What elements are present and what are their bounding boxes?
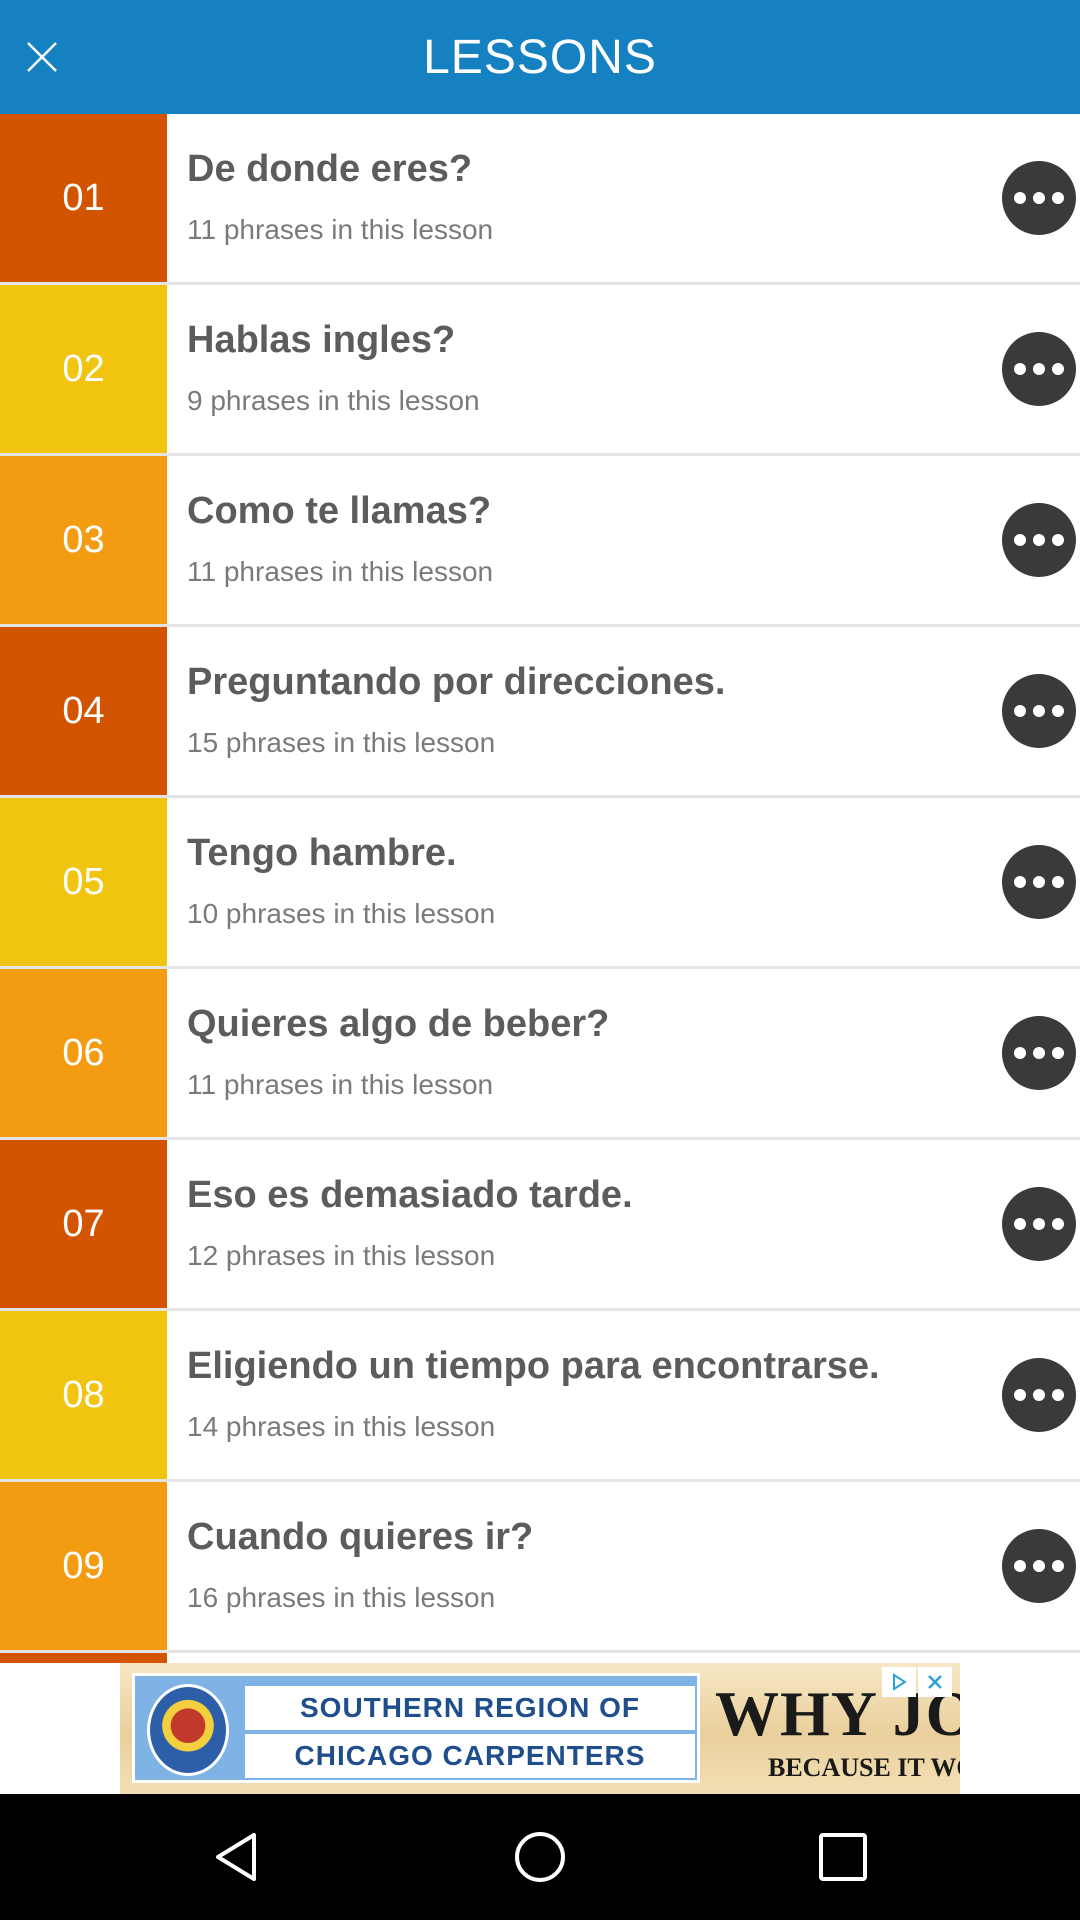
lesson-content: Como te llamas? 11 phrases in this lesso… <box>167 456 1080 624</box>
lesson-number-badge <box>0 1653 167 1663</box>
lesson-title: De donde eres? <box>187 148 473 190</box>
lesson-row-04[interactable]: 04 Preguntando por direcciones. 15 phras… <box>0 627 1080 798</box>
ad-logo-panel: SOUTHERN REGION OF CHICAGO CARPENTERS <box>132 1673 700 1783</box>
lesson-number-badge: 07 <box>0 1140 167 1308</box>
lesson-number-badge: 01 <box>0 114 167 282</box>
lesson-phrase-count: 15 phrases in this lesson <box>187 727 496 758</box>
lesson-row-03[interactable]: 03 Como te llamas? 11 phrases in this le… <box>0 456 1080 627</box>
lesson-title: Eso es demasiado tarde. <box>187 1174 633 1216</box>
ad-line-1: SOUTHERN REGION OF <box>245 1686 695 1730</box>
ad-tagline: BECAUSE IT WORKS! <box>768 1753 960 1782</box>
lesson-number-badge: 03 <box>0 456 167 624</box>
union-seal-icon <box>147 1684 229 1776</box>
more-options-button[interactable] <box>1002 332 1076 406</box>
recents-button[interactable] <box>783 1794 903 1920</box>
more-options-button[interactable] <box>1002 1187 1076 1261</box>
lesson-row-05[interactable]: 05 Tengo hambre. 10 phrases in this less… <box>0 798 1080 969</box>
ad-close-button[interactable] <box>918 1667 952 1697</box>
lesson-content: Cuando quieres ir? 16 phrases in this le… <box>167 1482 1080 1650</box>
lesson-row-06[interactable]: 06 Quieres algo de beber? 11 phrases in … <box>0 969 1080 1140</box>
lesson-title: Quieres algo de beber? <box>187 1003 610 1045</box>
more-options-button[interactable] <box>1002 1358 1076 1432</box>
back-icon <box>216 1833 256 1881</box>
lesson-phrase-count: 9 phrases in this lesson <box>187 385 480 416</box>
more-options-icon <box>1014 1218 1026 1230</box>
lesson-row-01[interactable]: 01 De donde eres? 11 phrases in this les… <box>0 114 1080 285</box>
lesson-title: Eligiendo un tiempo para encontrarse. <box>187 1345 880 1387</box>
lesson-phrase-count: 11 phrases in this lesson <box>187 214 494 245</box>
ad-line-2: CHICAGO CARPENTERS <box>245 1734 695 1778</box>
lesson-content: Hablas ingles? 9 phrases in this lesson <box>167 285 1080 453</box>
home-icon <box>515 1832 565 1882</box>
lesson-row-02[interactable]: 02 Hablas ingles? 9 phrases in this less… <box>0 285 1080 456</box>
more-options-button[interactable] <box>1002 1016 1076 1090</box>
close-icon <box>928 1675 942 1689</box>
more-options-button[interactable] <box>1002 674 1076 748</box>
lesson-phrase-count: 16 phrases in this lesson <box>187 1582 496 1613</box>
lesson-number-badge: 09 <box>0 1482 167 1650</box>
more-options-icon <box>1014 192 1026 204</box>
lesson-number-badge: 06 <box>0 969 167 1137</box>
lesson-row-partial[interactable] <box>0 1653 1080 1663</box>
lesson-content: Tengo hambre. 10 phrases in this lesson <box>167 798 1080 966</box>
lesson-title: Hablas ingles? <box>187 319 456 361</box>
lesson-content: Eso es demasiado tarde. 12 phrases in th… <box>167 1140 1080 1308</box>
more-options-icon <box>1014 1389 1026 1401</box>
play-triangle-icon <box>893 1673 907 1691</box>
lesson-phrase-count: 11 phrases in this lesson <box>187 556 494 587</box>
lesson-row-09[interactable]: 09 Cuando quieres ir? 16 phrases in this… <box>0 1482 1080 1653</box>
lesson-content: Eligiendo un tiempo para encontrarse. 14… <box>167 1311 1080 1479</box>
lesson-number-badge: 05 <box>0 798 167 966</box>
page-title: LESSONS <box>423 30 657 84</box>
app-header: LESSONS <box>0 0 1080 114</box>
lessons-list: 01 De donde eres? 11 phrases in this les… <box>0 114 1080 1663</box>
more-options-icon <box>1014 363 1026 375</box>
more-options-icon <box>1014 1047 1026 1059</box>
lesson-title: Preguntando por direcciones. <box>187 661 726 703</box>
more-options-button[interactable] <box>1002 1529 1076 1603</box>
system-navigation-bar <box>0 1794 1080 1920</box>
lesson-phrase-count: 14 phrases in this lesson <box>187 1411 496 1442</box>
lesson-content: De donde eres? 11 phrases in this lesson <box>167 114 1080 282</box>
more-options-icon <box>1014 1560 1026 1572</box>
lesson-row-08[interactable]: 08 Eligiendo un tiempo para encontrarse.… <box>0 1311 1080 1482</box>
adchoices-icon[interactable] <box>882 1667 916 1697</box>
more-options-button[interactable] <box>1002 161 1076 235</box>
more-options-icon <box>1014 876 1026 888</box>
lesson-number-badge: 08 <box>0 1311 167 1479</box>
lesson-row-07[interactable]: 07 Eso es demasiado tarde. 12 phrases in… <box>0 1140 1080 1311</box>
lesson-phrase-count: 10 phrases in this lesson <box>187 898 496 929</box>
more-options-button[interactable] <box>1002 503 1076 577</box>
lesson-phrase-count: 12 phrases in this lesson <box>187 1240 496 1271</box>
back-button[interactable] <box>177 1794 297 1920</box>
recents-icon <box>819 1833 867 1881</box>
ad-banner[interactable]: SOUTHERN REGION OF CHICAGO CARPENTERS WH… <box>120 1663 960 1794</box>
lesson-number-badge: 04 <box>0 627 167 795</box>
more-options-icon <box>1014 705 1026 717</box>
ad-area: SOUTHERN REGION OF CHICAGO CARPENTERS WH… <box>0 1663 1080 1794</box>
lesson-title: Como te llamas? <box>187 490 492 532</box>
more-options-button[interactable] <box>1002 845 1076 919</box>
lesson-content: Preguntando por direcciones. 15 phrases … <box>167 627 1080 795</box>
lesson-title: Cuando quieres ir? <box>187 1516 534 1558</box>
lesson-number-badge: 02 <box>0 285 167 453</box>
more-options-icon <box>1014 534 1026 546</box>
lesson-phrase-count: 11 phrases in this lesson <box>187 1069 494 1100</box>
lesson-content: Quieres algo de beber? 11 phrases in thi… <box>167 969 1080 1137</box>
lesson-title: Tengo hambre. <box>187 832 457 874</box>
home-button[interactable] <box>480 1794 600 1920</box>
